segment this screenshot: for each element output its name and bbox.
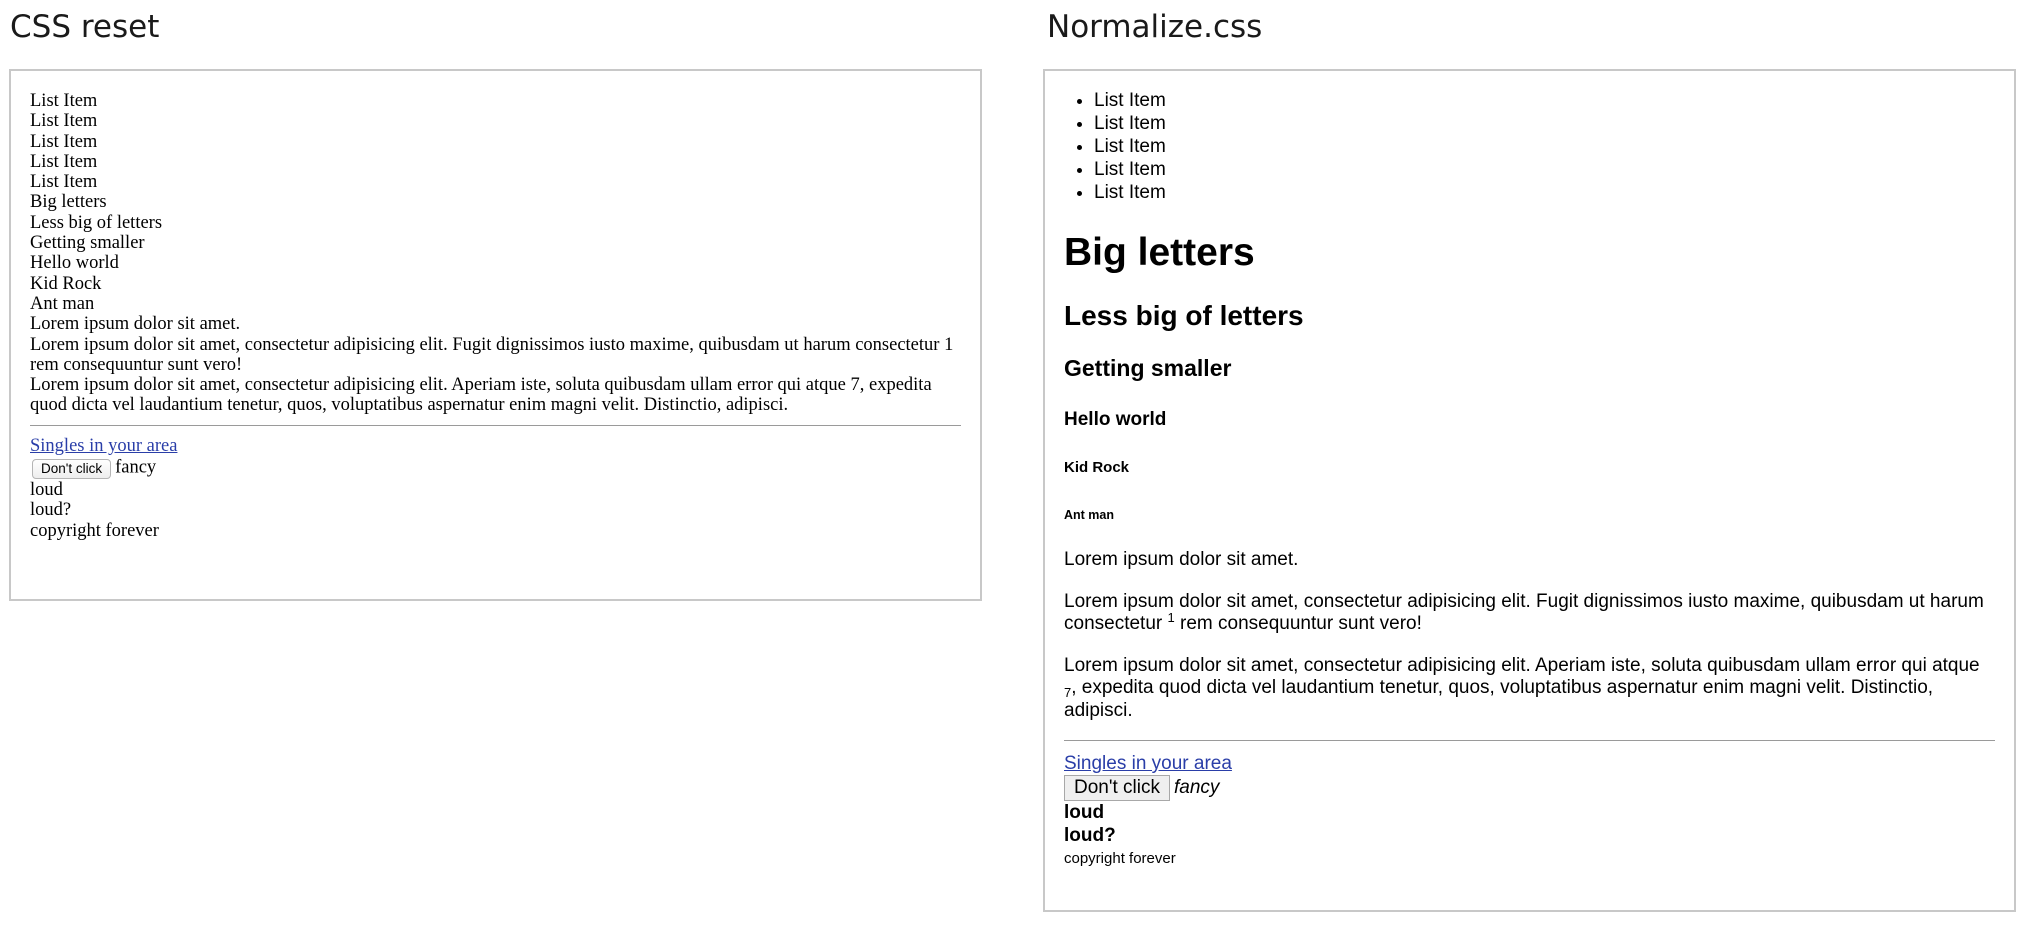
horizontal-rule: [30, 424, 961, 426]
heading-2: Less big of letters: [30, 212, 163, 233]
paragraph-1: Lorem ipsum dolor sit amet.: [30, 314, 241, 335]
paragraph-3: Lorem ipsum dolor sit amet, consectetur …: [1064, 655, 1995, 723]
dont-click-button[interactable]: Don't click: [32, 459, 112, 480]
list-item: List Item: [30, 91, 98, 111]
paragraph-3-sub: 7: [850, 375, 860, 396]
list-item: List Item: [1094, 135, 1995, 158]
paragraph-2-text-end: rem consequuntur sunt vero!: [30, 354, 243, 375]
heading-5: Kid Rock: [30, 273, 102, 294]
paragraph-3-text: Lorem ipsum dolor sit amet, consectetur …: [1064, 654, 1980, 676]
heading-1: Big letters: [30, 192, 107, 213]
horizontal-rule: [1064, 740, 1995, 741]
css-reset-heading: CSS reset: [10, 9, 160, 45]
css-reset-panel: List Item List Item List Item List Item …: [9, 69, 982, 601]
emphasis-text: fancy: [115, 457, 157, 478]
paragraph-3-text: Lorem ipsum dolor sit amet, consectetur …: [30, 375, 851, 396]
css-reset-content: List Item List Item List Item List Item …: [30, 91, 961, 541]
paragraph-2-text: Lorem ipsum dolor sit amet, consectetur …: [30, 334, 945, 355]
bulleted-list: List Item List Item List Item List Item …: [1064, 89, 1995, 204]
heading-3: Getting smaller: [30, 233, 145, 254]
list-item: List Item: [1094, 181, 1995, 204]
heading-4: Hello world: [30, 253, 119, 274]
paragraph-3-text-end: , expedita quod dicta vel laudantium ten…: [1064, 677, 1934, 721]
strong-text: loud: [30, 480, 63, 501]
heading-3: Getting smaller: [1064, 355, 1232, 381]
heading-6: Ant man: [1064, 508, 1114, 522]
normalize-heading: Normalize.css: [1047, 9, 1263, 45]
small-text: copyright forever: [1064, 850, 1176, 868]
heading-5: Kid Rock: [1064, 459, 1130, 476]
list-item: List Item: [30, 111, 98, 132]
strong-text: loud: [1064, 802, 1105, 824]
paragraph-2-sup: 1: [944, 334, 954, 355]
list-item: List Item: [1094, 158, 1995, 181]
paragraph-2-sup: 1: [1167, 610, 1175, 625]
strong-text-2: loud?: [30, 500, 72, 521]
button-row: Don't click fancy: [1064, 775, 1995, 801]
small-text: copyright forever: [30, 520, 159, 541]
heading-1: Big letters: [1064, 231, 1255, 274]
list-item: List Item: [30, 151, 98, 172]
paragraph-1: Lorem ipsum dolor sit amet.: [1064, 549, 1299, 570]
paragraph-3: Lorem ipsum dolor sit amet, consectetur …: [30, 375, 961, 416]
heading-6: Ant man: [30, 293, 95, 314]
list-item: List Item: [1094, 112, 1995, 135]
list-item: List Item: [30, 131, 98, 152]
paragraph-2-text-end: rem consequuntur sunt vero!: [1174, 613, 1422, 634]
paragraph-2: Lorem ipsum dolor sit amet, consectetur …: [1064, 591, 1995, 636]
heading-4: Hello world: [1064, 409, 1167, 430]
list-item: List Item: [1094, 89, 1995, 112]
singles-link[interactable]: Singles in your area: [30, 436, 177, 456]
emphasis-text: fancy: [1173, 777, 1220, 799]
paragraph-2: Lorem ipsum dolor sit amet, consectetur …: [30, 335, 961, 376]
normalize-content: List Item List Item List Item List Item …: [1064, 89, 1995, 868]
dont-click-button[interactable]: Don't click: [1064, 775, 1170, 801]
singles-link[interactable]: Singles in your area: [1064, 752, 1232, 775]
strong-text-2: loud?: [1064, 825, 1116, 847]
heading-2: Less big of letters: [1064, 300, 1304, 331]
normalize-panel: List Item List Item List Item List Item …: [1043, 69, 2016, 912]
list-item: List Item: [30, 172, 98, 193]
